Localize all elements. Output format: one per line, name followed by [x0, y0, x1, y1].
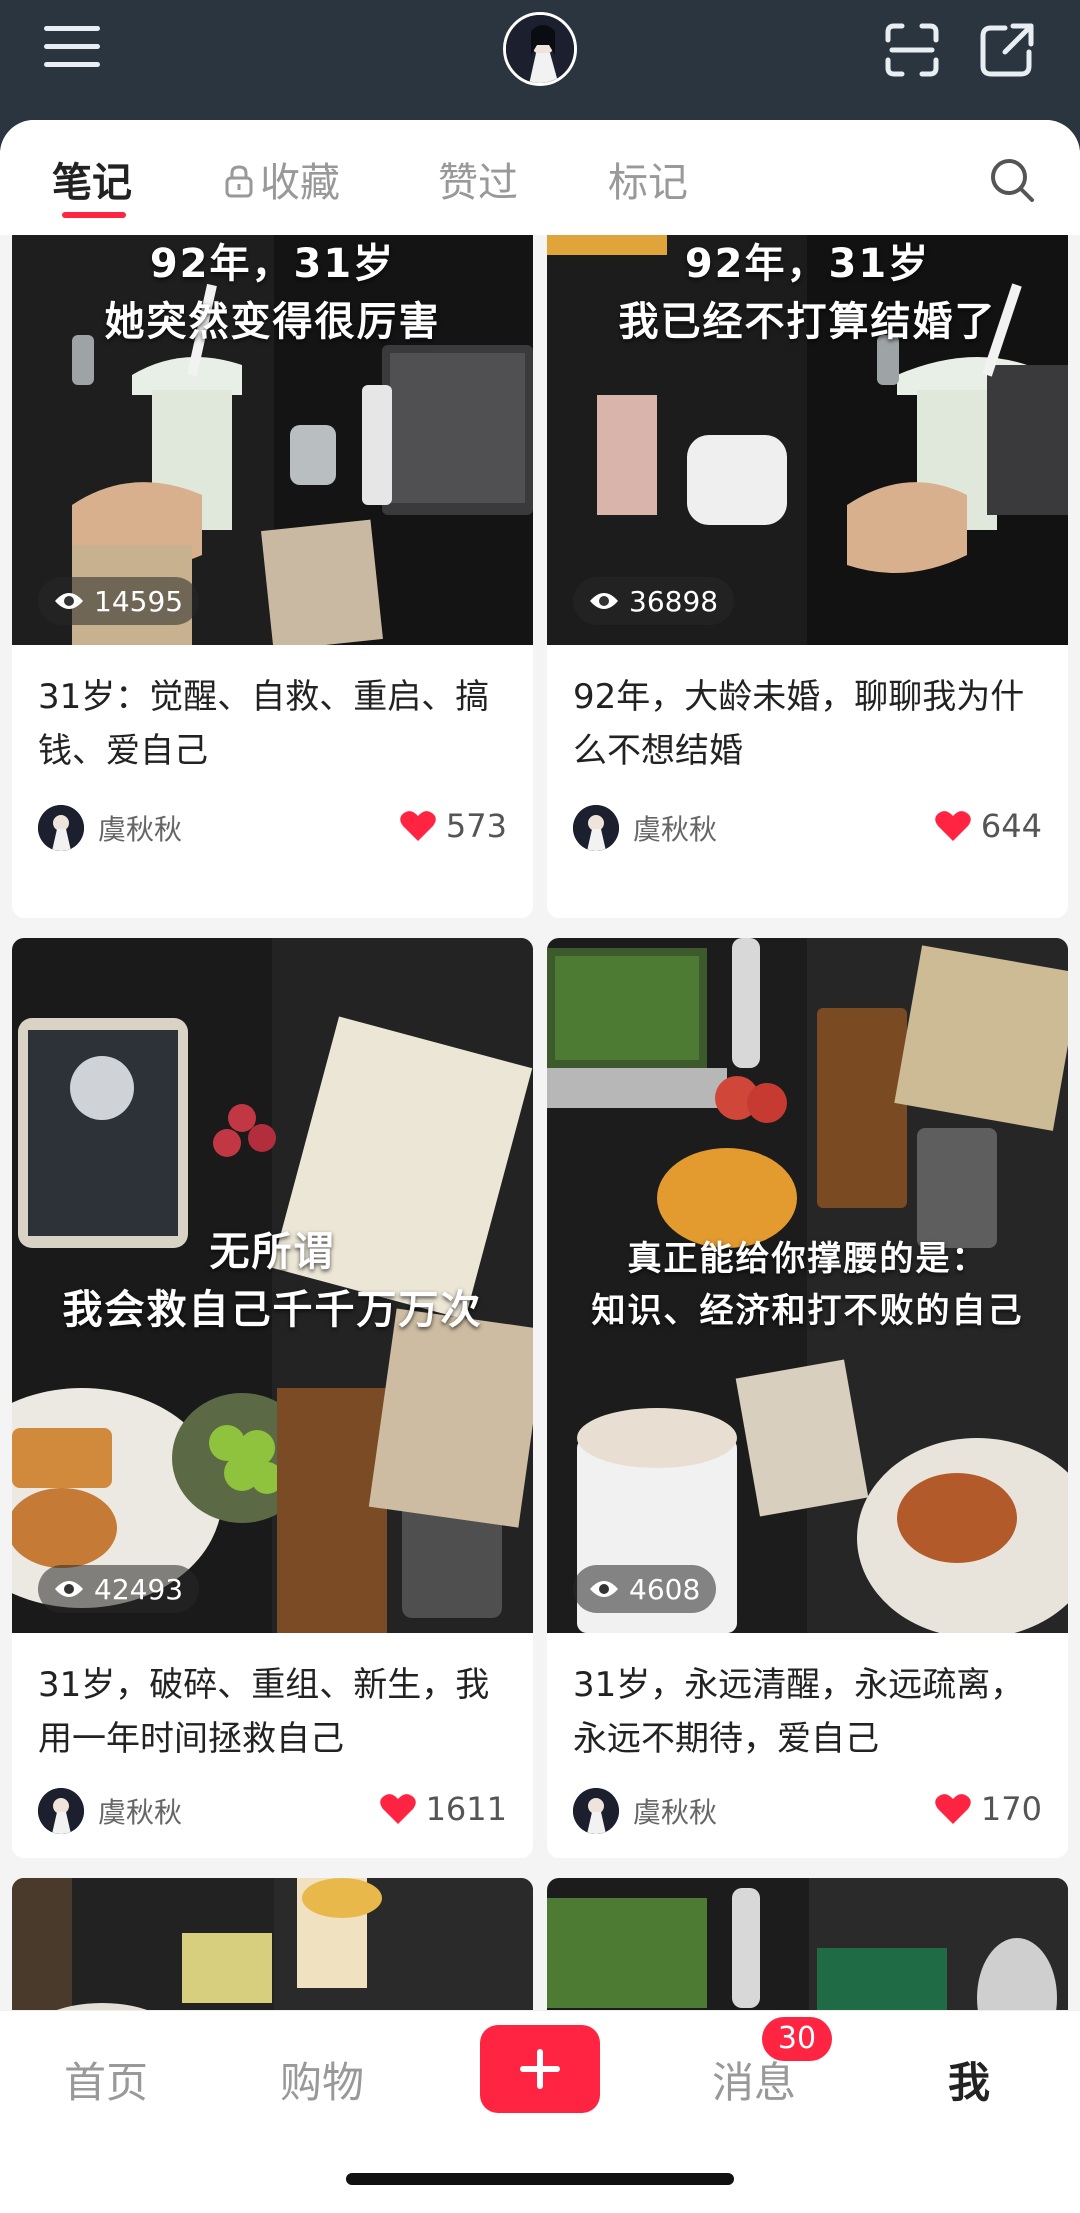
nav-home[interactable]: 首页 — [64, 2049, 148, 2110]
note-card[interactable]: 92年，31岁 她突然变得很厉害 14595 31岁：觉醒、自救、重启、搞钱、爱自… — [12, 235, 533, 918]
home-indicator — [346, 2173, 734, 2185]
eye-icon — [55, 593, 83, 609]
note-card[interactable] — [547, 1878, 1068, 2010]
note-author[interactable]: 虞秋秋 — [573, 1788, 717, 1834]
view-count: 42493 — [38, 1565, 200, 1613]
note-title: 31岁：觉醒、自救、重启、搞钱、爱自己 — [38, 677, 490, 771]
note-cover-image — [547, 1878, 1068, 2010]
messages-badge: 30 — [762, 2017, 832, 2061]
profile-content-sheet: 笔记 收藏 赞过 标记 92年，31岁 她突然变得很厉害 14595 31岁：觉… — [0, 120, 1080, 2213]
eye-icon — [590, 1581, 618, 1597]
menu-icon[interactable] — [44, 26, 100, 70]
eye-icon — [590, 593, 618, 609]
view-count: 14595 — [38, 577, 200, 625]
like-count[interactable]: 644 — [935, 807, 1042, 845]
tab-marked[interactable]: 标记 — [608, 150, 688, 208]
note-card[interactable] — [12, 1878, 533, 2010]
author-avatar — [38, 805, 84, 851]
notes-feed[interactable]: 92年，31岁 她突然变得很厉害 14595 31岁：觉醒、自救、重启、搞钱、爱自… — [0, 235, 1080, 2010]
cover-overlay-text: 真正能给你撑腰的是： 知识、经济和打不败的自己 — [591, 1239, 1024, 1331]
note-cover-image — [12, 1878, 533, 2010]
like-count[interactable]: 1611 — [379, 1790, 507, 1828]
cover-overlay-text: 92年，31岁 她突然变得很厉害 — [104, 241, 441, 345]
profile-avatar[interactable] — [503, 12, 577, 86]
eye-icon — [55, 1581, 83, 1597]
note-cover-image: 92年，31岁 我已经不打算结婚了 36898 — [547, 235, 1068, 645]
share-icon[interactable] — [979, 22, 1035, 78]
heart-icon — [935, 811, 971, 841]
like-count[interactable]: 573 — [400, 807, 507, 845]
nav-me[interactable]: 我 — [948, 2049, 990, 2110]
heart-icon — [400, 811, 436, 841]
tab-collections-label: 收藏 — [260, 160, 340, 206]
note-author[interactable]: 虞秋秋 — [38, 1788, 182, 1834]
scan-icon[interactable] — [884, 22, 940, 78]
view-count: 36898 — [573, 577, 735, 625]
top-header — [0, 0, 1080, 130]
note-card[interactable]: 无所谓 我会救自己千千万万次 42493 31岁，破碎、重组、新生，我用一年时间拯… — [12, 938, 533, 1858]
note-author[interactable]: 虞秋秋 — [38, 805, 182, 851]
search-icon[interactable] — [988, 156, 1036, 204]
tab-notes[interactable]: 笔记 — [52, 150, 132, 208]
author-avatar — [38, 1788, 84, 1834]
cover-overlay-text: 无所谓 我会救自己千千万万次 — [62, 1229, 483, 1333]
heart-icon — [935, 1794, 971, 1824]
note-title: 31岁，破碎、重组、新生，我用一年时间拯救自己 — [38, 1665, 490, 1759]
author-avatar — [573, 805, 619, 851]
nav-shop[interactable]: 购物 — [280, 2049, 364, 2110]
create-post-button[interactable] — [480, 2025, 600, 2113]
view-count: 4608 — [573, 1565, 717, 1613]
note-title: 92年，大龄未婚，聊聊我为什么不想结婚 — [573, 677, 1025, 771]
note-title: 31岁，永远清醒，永远疏离，永远不期待，爱自己 — [573, 1665, 1025, 1759]
note-cover-image: 无所谓 我会救自己千千万万次 42493 — [12, 938, 533, 1633]
tab-liked[interactable]: 赞过 — [438, 150, 518, 208]
lock-icon — [224, 162, 254, 208]
note-author[interactable]: 虞秋秋 — [573, 805, 717, 851]
note-card[interactable]: 92年，31岁 我已经不打算结婚了 36898 92年，大龄未婚，聊聊我为什么不想… — [547, 235, 1068, 918]
note-card[interactable]: 真正能给你撑腰的是： 知识、经济和打不败的自己 4608 31岁，永远清醒，永远疏… — [547, 938, 1068, 1858]
like-count[interactable]: 170 — [935, 1790, 1042, 1828]
heart-icon — [379, 1794, 416, 1824]
cover-overlay-text: 92年，31岁 我已经不打算结婚了 — [618, 241, 997, 345]
active-tab-indicator — [62, 212, 126, 218]
profile-tabs: 笔记 收藏 赞过 标记 — [0, 120, 1080, 235]
note-cover-image: 92年，31岁 她突然变得很厉害 14595 — [12, 235, 533, 645]
tab-collections[interactable]: 收藏 — [224, 150, 340, 208]
note-cover-image: 真正能给你撑腰的是： 知识、经济和打不败的自己 4608 — [547, 938, 1068, 1633]
author-avatar — [573, 1788, 619, 1834]
